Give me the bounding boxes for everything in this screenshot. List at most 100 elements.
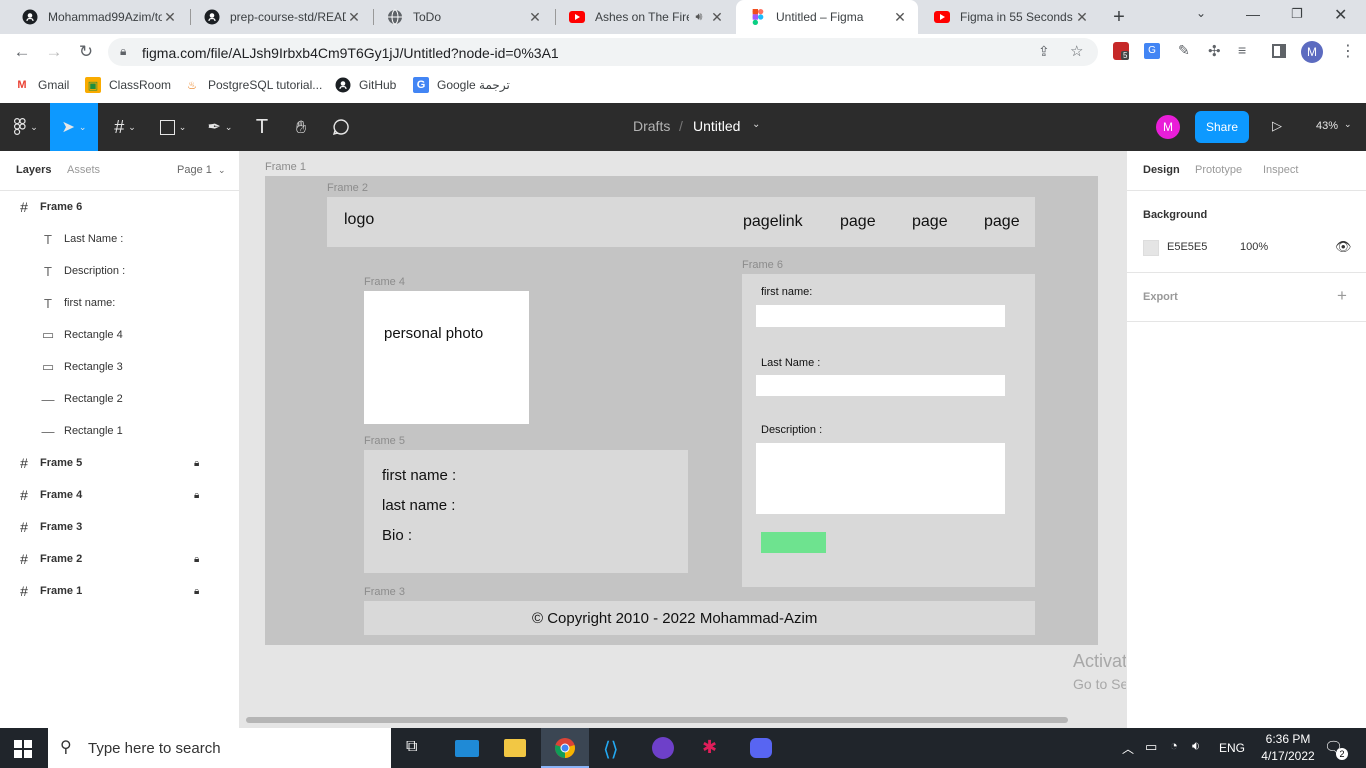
share-button[interactable]: Share: [1195, 111, 1249, 143]
layer-row[interactable]: — Rectangle 1: [0, 415, 239, 447]
background-hex-input[interactable]: E5E5E5: [1167, 241, 1207, 253]
pen-tool-button[interactable]: ✒ ⌄: [198, 103, 242, 151]
taskbar-search-box[interactable]: ⚲ Type here to search: [48, 728, 391, 768]
layer-row[interactable]: # Frame 1 🔒︎: [0, 575, 239, 607]
browser-tab-1[interactable]: Mohammad99Azim/to ✕: [8, 0, 188, 34]
bookmark-postgresql[interactable]: ♨ PostgreSQL tutorial...: [184, 77, 322, 93]
visibility-eye-icon[interactable]: 👁︎: [1335, 239, 1352, 255]
extensions-puzzle-icon[interactable]: ✣: [1208, 42, 1221, 60]
browser-tab-3[interactable]: ToDo ✕: [373, 0, 553, 34]
translate-extension-icon[interactable]: G: [1144, 43, 1160, 59]
mail-app-icon[interactable]: [455, 740, 479, 757]
file-explorer-icon[interactable]: [504, 739, 526, 757]
bookmark-google-translate[interactable]: G Google ترجمة: [413, 77, 510, 93]
media-control-icon[interactable]: ≡: [1238, 42, 1246, 58]
lock-icon[interactable]: 🔒︎: [194, 458, 199, 469]
layer-row[interactable]: — Rectangle 2: [0, 383, 239, 415]
layer-row[interactable]: # Frame 6: [0, 191, 239, 223]
restore-icon[interactable]: ❐: [1291, 6, 1303, 22]
design-canvas[interactable]: Frame 1 Frame 2 logo pagelink page page …: [240, 151, 1126, 728]
close-tab-icon[interactable]: ✕: [162, 9, 178, 26]
lock-icon[interactable]: 🔒︎: [194, 586, 199, 597]
lock-icon[interactable]: 🔒︎: [120, 44, 126, 59]
close-tab-icon[interactable]: ✕: [892, 9, 908, 26]
close-tab-icon[interactable]: ✕: [1074, 9, 1090, 26]
github-desktop-icon[interactable]: [652, 737, 674, 759]
frame-4-photo[interactable]: personal photo: [364, 291, 529, 424]
add-export-icon[interactable]: +: [1337, 286, 1347, 306]
hand-tool-icon[interactable]: ✋︎: [284, 103, 318, 151]
text-tool-icon[interactable]: T: [246, 103, 278, 151]
bookmark-classroom[interactable]: ▣ ClassRoom: [85, 77, 171, 93]
move-tool-button[interactable]: ➤ ⌄: [50, 103, 98, 151]
frame-6-label[interactable]: Frame 6: [742, 259, 783, 271]
layer-row[interactable]: T Last Name :: [0, 223, 239, 255]
discord-icon[interactable]: [750, 738, 772, 758]
background-opacity-input[interactable]: 100%: [1240, 241, 1268, 253]
figma-main-menu-icon[interactable]: ⌄: [4, 103, 48, 151]
browser-tab-2[interactable]: prep-course-std/READ ✕: [190, 0, 372, 34]
frame-5-info[interactable]: first name : last name : Bio :: [364, 450, 688, 573]
shape-tool-button[interactable]: ⌄: [152, 103, 194, 151]
browser-tab-6[interactable]: Figma in 55 Seconds ✕: [920, 0, 1100, 34]
frame-tool-button[interactable]: # ⌄: [104, 103, 146, 151]
vscode-icon[interactable]: ⟨⟩: [603, 737, 619, 762]
eyedropper-extension-icon[interactable]: ✎: [1178, 42, 1190, 59]
form-submit-button[interactable]: [761, 532, 826, 553]
reload-icon[interactable]: ↻: [74, 40, 98, 64]
tab-assets[interactable]: Assets: [67, 164, 100, 176]
frame-2-label[interactable]: Frame 2: [327, 182, 368, 194]
language-indicator[interactable]: ENG: [1219, 741, 1245, 755]
minimize-icon[interactable]: —: [1246, 6, 1260, 22]
layer-row[interactable]: Tfirst name:: [0, 287, 239, 319]
slack-icon[interactable]: ✱: [702, 737, 717, 758]
tab-layers[interactable]: Layers: [16, 164, 51, 176]
frame-3-label[interactable]: Frame 3: [364, 586, 405, 598]
new-tab-icon[interactable]: +: [1108, 6, 1130, 28]
close-tab-icon[interactable]: ✕: [709, 9, 725, 26]
chrome-taskbar-button[interactable]: [541, 728, 589, 768]
frame-4-label[interactable]: Frame 4: [364, 276, 405, 288]
frame-1-label[interactable]: Frame 1: [265, 161, 306, 173]
page-selector[interactable]: Page 1 ⌄: [177, 164, 225, 176]
layer-row[interactable]: # Frame 2 🔒︎: [0, 543, 239, 575]
breadcrumb-drafts[interactable]: Drafts: [633, 118, 670, 134]
chrome-menu-icon[interactable]: ⋮: [1340, 41, 1356, 61]
layer-row[interactable]: T Description :: [0, 255, 239, 287]
windows-start-icon[interactable]: [14, 740, 32, 761]
frame-3-footer[interactable]: © Copyright 2010 - 2022 Mohammad-Azim: [364, 601, 1035, 635]
back-icon[interactable]: ←: [10, 40, 34, 64]
frame-5-label[interactable]: Frame 5: [364, 435, 405, 447]
present-play-icon[interactable]: ▷: [1272, 118, 1282, 134]
file-name[interactable]: Untitled: [693, 118, 740, 134]
share-page-icon[interactable]: ⇪: [1038, 43, 1050, 60]
close-tab-icon[interactable]: ✕: [346, 9, 362, 26]
zoom-chevron-icon[interactable]: ⌄: [1344, 119, 1352, 130]
background-swatch[interactable]: [1143, 240, 1159, 256]
close-tab-icon[interactable]: ✕: [527, 9, 543, 26]
speaker-icon[interactable]: 🔊︎: [689, 11, 709, 24]
side-panel-icon[interactable]: [1272, 44, 1286, 58]
browser-tab-5-active[interactable]: Untitled – Figma ✕: [736, 0, 918, 34]
comment-tool-icon[interactable]: [324, 103, 358, 151]
horizontal-scrollbar[interactable]: [246, 717, 1068, 723]
layer-row[interactable]: ▭ Rectangle 3: [0, 351, 239, 383]
show-hidden-icons-chevron-icon[interactable]: ︿: [1122, 740, 1134, 757]
lock-icon[interactable]: 🔒︎: [194, 490, 199, 501]
address-bar[interactable]: 🔒︎ figma.com/file/ALJsh9Irbxb4Cm9T6Gy1jJ…: [108, 38, 1098, 66]
tab-design[interactable]: Design: [1143, 164, 1180, 176]
forward-icon[interactable]: →: [42, 40, 66, 64]
chevron-down-icon[interactable]: ⌄: [752, 119, 760, 130]
close-window-icon[interactable]: ✕: [1334, 5, 1347, 25]
frame-2-navbar[interactable]: logo pagelink page page page: [327, 197, 1035, 247]
form-description-textarea[interactable]: [756, 443, 1005, 514]
layer-row[interactable]: # Frame 5 🔒︎: [0, 447, 239, 479]
form-first-name-input[interactable]: [756, 305, 1005, 327]
bookmark-gmail[interactable]: M Gmail: [14, 77, 69, 93]
form-last-name-input[interactable]: [756, 375, 1005, 396]
browser-tab-4[interactable]: Ashes on The Fire 🔊︎ ✕: [555, 0, 735, 34]
zoom-level[interactable]: 43%: [1316, 120, 1338, 132]
tab-inspect[interactable]: Inspect: [1263, 164, 1298, 176]
layer-row[interactable]: ▭ Rectangle 4: [0, 319, 239, 351]
layer-row[interactable]: # Frame 3: [0, 511, 239, 543]
